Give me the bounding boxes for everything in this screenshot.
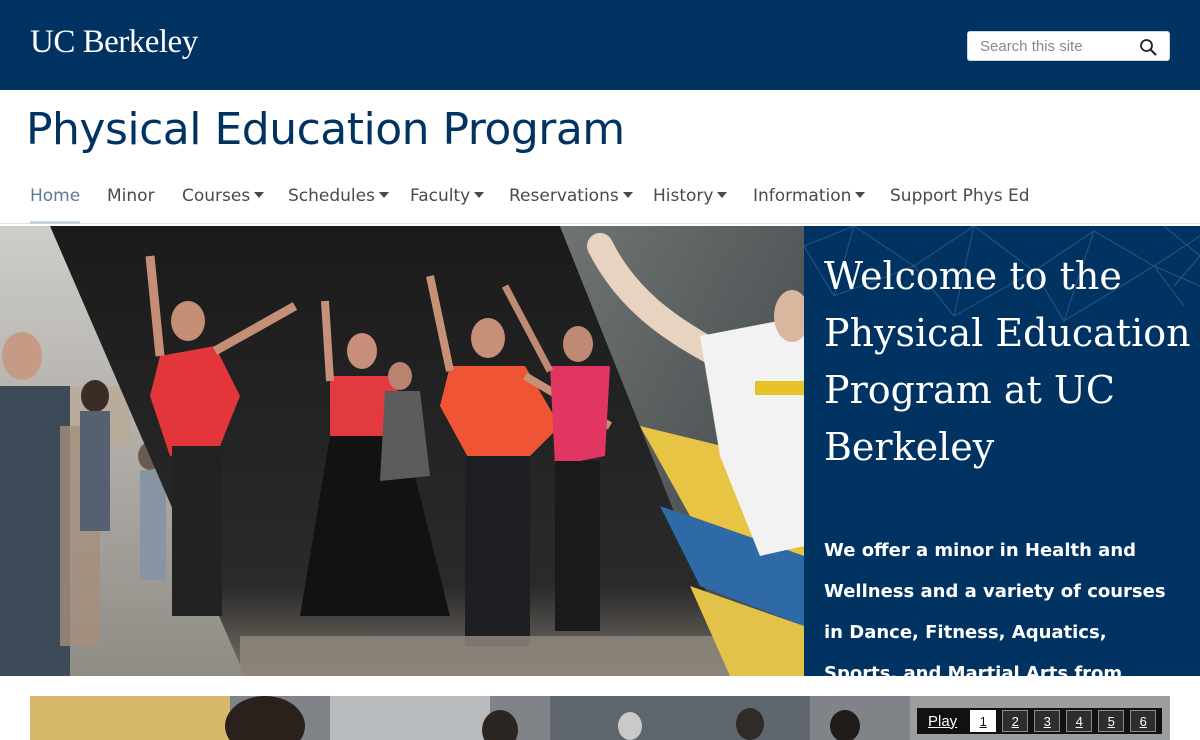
nav-item-label: Schedules bbox=[288, 186, 375, 206]
hero-banner: Welcome to the Physical Education Progra… bbox=[0, 226, 1200, 676]
caret-down-icon bbox=[717, 192, 728, 198]
slide-page-button[interactable]: 1 bbox=[970, 710, 997, 732]
welcome-text: We offer a minor in Health and Wellness … bbox=[824, 540, 1166, 676]
nav-item-faculty[interactable]: Faculty bbox=[410, 186, 485, 224]
nav-item-support-phys-ed[interactable]: Support Phys Ed bbox=[890, 186, 1030, 224]
slide-page-button[interactable]: 5 bbox=[1098, 710, 1125, 732]
nav-item-label: Minor bbox=[107, 186, 155, 206]
nav-item-label: Reservations bbox=[509, 186, 619, 206]
caret-down-icon bbox=[378, 192, 389, 198]
search-input[interactable] bbox=[968, 32, 1133, 60]
search-icon[interactable] bbox=[1139, 38, 1157, 56]
caret-down-icon bbox=[474, 192, 485, 198]
nav-item-label: Faculty bbox=[410, 186, 471, 206]
caret-down-icon bbox=[855, 192, 866, 198]
slide-page-button[interactable]: 3 bbox=[1034, 710, 1061, 732]
site-title[interactable]: Physical Education Program bbox=[26, 104, 625, 155]
main-nav: Home Minor Courses Schedules Faculty Res… bbox=[0, 172, 1200, 224]
nav-item-label: History bbox=[653, 186, 714, 206]
nav-item-history[interactable]: History bbox=[653, 186, 728, 224]
nav-item-label: Information bbox=[753, 186, 852, 206]
top-bar: UC Berkeley bbox=[0, 0, 1200, 90]
hero-photo bbox=[0, 226, 804, 676]
nav-item-minor[interactable]: Minor bbox=[107, 186, 155, 224]
welcome-heading: Welcome to the Physical Education Progra… bbox=[824, 254, 1191, 469]
welcome-panel: Welcome to the Physical Education Progra… bbox=[804, 226, 1200, 676]
slide-page-button[interactable]: 4 bbox=[1066, 710, 1093, 732]
slide-page-button[interactable]: 6 bbox=[1130, 710, 1157, 732]
nav-item-schedules[interactable]: Schedules bbox=[288, 186, 389, 224]
caret-down-icon bbox=[622, 192, 633, 198]
nav-item-courses[interactable]: Courses bbox=[182, 186, 265, 224]
nav-item-home[interactable]: Home bbox=[30, 186, 81, 224]
slideshow-controls: Play 1 2 3 4 5 6 bbox=[917, 708, 1163, 734]
nav-item-label: Courses bbox=[182, 186, 251, 206]
nav-item-label: Home bbox=[30, 186, 81, 206]
uc-berkeley-logo[interactable]: UC Berkeley bbox=[30, 24, 198, 61]
slide-page-button[interactable]: 2 bbox=[1002, 710, 1029, 732]
nav-item-reservations[interactable]: Reservations bbox=[509, 186, 633, 224]
caret-down-icon bbox=[254, 192, 265, 198]
nav-item-information[interactable]: Information bbox=[753, 186, 866, 224]
nav-item-label: Support Phys Ed bbox=[890, 186, 1030, 206]
search-box[interactable] bbox=[967, 31, 1170, 61]
play-button[interactable]: Play bbox=[920, 713, 967, 730]
